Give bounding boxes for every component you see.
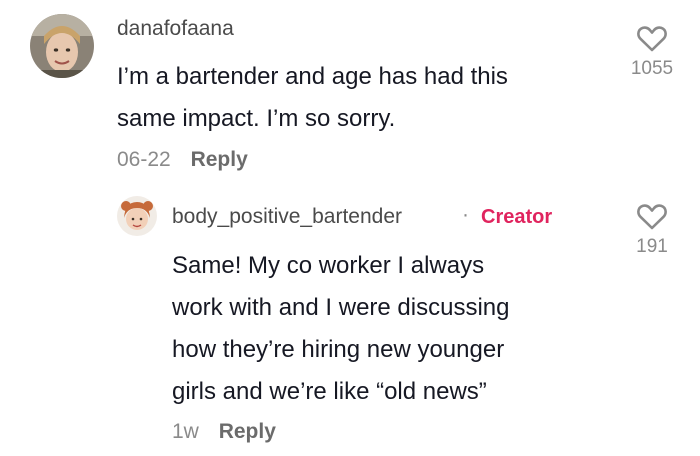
reply-button[interactable]: Reply [191, 148, 248, 171]
creator-avatar-image [117, 196, 157, 236]
reply-line: work with and I were discussing [172, 294, 510, 321]
reply-line: Same! My co worker I always [172, 252, 485, 279]
reply-button[interactable]: Reply [219, 420, 276, 443]
heart-icon[interactable] [637, 26, 667, 52]
comment-body: I’m a bartender and age has had this sam… [117, 56, 597, 140]
reply-line: girls and we’re like “old news” [172, 378, 487, 405]
creator-avatar[interactable] [117, 196, 157, 236]
comment-line: I’m a bartender and age has had this [117, 63, 508, 90]
comment-thread: danafofaana I’m a bartender and age has … [0, 0, 700, 456]
creator-badge: Creator [481, 206, 553, 228]
like-count: 191 [636, 236, 668, 257]
user-avatar[interactable] [30, 14, 94, 78]
reply-like-button[interactable]: 191 [612, 204, 692, 258]
reply-username[interactable]: body_positive_bartender [172, 205, 402, 229]
reply-body: Same! My co worker I always work with an… [172, 245, 612, 413]
heart-icon[interactable] [637, 204, 667, 230]
comment-line: same impact. I’m so sorry. [117, 105, 396, 132]
comment-like-button[interactable]: 1055 [612, 26, 692, 80]
reply-meta: 1w Reply [172, 420, 276, 444]
user-avatar-image [30, 14, 94, 78]
reply-line: how they’re hiring new younger [172, 336, 505, 363]
like-count: 1055 [630, 58, 674, 79]
comment-date: 06-22 [117, 148, 171, 171]
comment-meta: 06-22 Reply [117, 148, 248, 172]
comment-username[interactable]: danafofaana [117, 17, 234, 41]
reply-date: 1w [172, 420, 199, 443]
username-separator: · [462, 203, 469, 226]
